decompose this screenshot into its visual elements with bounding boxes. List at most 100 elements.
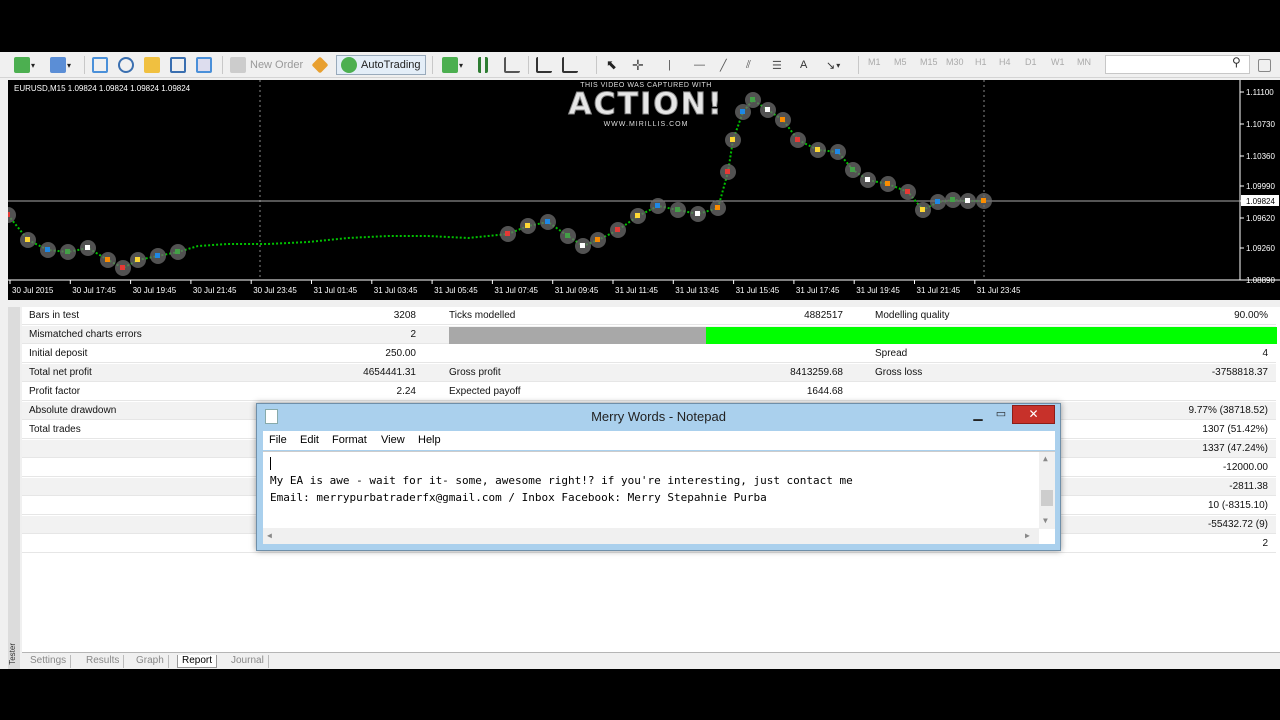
tester-tabs: Settings Results Graph Report Journal [22,652,1280,669]
tester-sidebar[interactable]: Tester [8,307,20,669]
shapes-button[interactable]: ↘ ▾ [826,55,840,75]
notepad-window[interactable]: Merry Words - Notepad ▁ ▭ ✕ File Edit Fo… [256,403,1061,551]
cursor-button[interactable]: ⬉ [606,55,617,75]
vertical-line-button[interactable]: | [668,55,671,75]
timeframe-d1[interactable]: D1 [1025,57,1037,67]
profiles-button[interactable]: ▾ [50,55,71,75]
scroll-down-icon[interactable]: ▼ [1043,516,1048,525]
trade-marker [965,198,970,203]
scroll-right-icon[interactable]: ▶ [1025,531,1030,540]
trade-marker [8,212,10,217]
search-input[interactable] [1105,55,1250,74]
market-watch-icon [92,57,108,73]
report-c-value: -12000.00 [1222,462,1268,473]
timeframe-m1[interactable]: M1 [868,57,881,67]
price-tick-label: 1.09824 [1246,197,1275,206]
trade-marker [935,199,940,204]
maximize-button[interactable]: ▭ [992,407,1010,423]
timeframe-m5[interactable]: M5 [894,57,907,67]
zoom-in-button[interactable] [536,55,552,75]
horizontal-scrollbar[interactable]: ◀ ▶ [263,528,1039,544]
time-tick-label: 30 Jul 23:45 [253,286,297,295]
terminal-button[interactable] [170,55,186,75]
timeframe-h1[interactable]: H1 [975,57,987,67]
crosshair-button[interactable]: ✛ [632,55,644,75]
trade-marker [545,219,550,224]
time-tick-label: 31 Jul 23:45 [977,286,1021,295]
trade-marker [920,207,925,212]
recorder-watermark: THIS VIDEO WAS CAPTURED WITH ACTION! WWW… [556,82,736,128]
trade-marker [105,257,110,262]
report-a-value: 4654441.31 [363,367,416,378]
report-b-label: Ticks modelled [449,310,516,321]
toolbar-separator [222,56,223,74]
trade-marker [655,203,660,208]
price-chart[interactable]: 1.11100 1.10730 1.10360 1.09990 1.09824 1.096… [8,80,1280,300]
new-chart-button[interactable]: ▾ [14,55,35,75]
time-tick-label: 30 Jul 2015 [12,286,54,295]
report-a-label: Profit factor [29,386,81,397]
scroll-up-icon[interactable]: ▲ [1043,454,1048,463]
report-c-value: 10 (-8315.10) [1207,500,1268,511]
strategy-tester-button[interactable] [196,55,212,75]
trade-marker [905,189,910,194]
trade-marker [45,247,50,252]
trade-marker [950,197,955,202]
text-icon: A [800,59,808,71]
trade-marker [730,137,735,142]
report-c-value: 9.77% (38718.52) [1188,405,1268,416]
community-button[interactable] [1258,55,1271,75]
time-tick-label: 31 Jul 09:45 [555,286,599,295]
navigator-button[interactable] [118,55,134,75]
bar-chart-button[interactable] [478,55,488,75]
data-window-button[interactable] [144,55,160,75]
line-chart-icon [504,57,520,73]
trade-marker [135,257,140,262]
timeframe-h4[interactable]: H4 [999,57,1011,67]
timeframe-mn[interactable]: MN [1077,57,1091,67]
tab-results[interactable]: Results [82,655,125,668]
text-button[interactable]: A [800,55,807,75]
mismatch-bar [449,327,706,344]
zoom-out-button[interactable] [562,55,578,75]
market-watch-button[interactable] [92,55,108,75]
close-button[interactable]: ✕ [1012,405,1055,424]
tab-settings[interactable]: Settings [26,655,72,668]
report-b-value: 1644.68 [806,386,843,397]
vertical-scrollbar[interactable]: ▲ ▼ [1039,452,1055,529]
menu-format[interactable]: Format [332,434,367,446]
report-a-label: Total trades [29,424,81,435]
fibonacci-button[interactable]: ☰ [772,55,782,75]
tab-journal[interactable]: Journal [227,655,269,668]
scroll-left-icon[interactable]: ◀ [267,531,272,540]
timeframe-m30[interactable]: M30 [946,57,964,67]
menu-file[interactable]: File [269,434,287,446]
tab-graph[interactable]: Graph [132,655,169,668]
menu-view[interactable]: View [381,434,405,446]
timeframe-w1[interactable]: W1 [1051,57,1065,67]
horizontal-line-button[interactable]: — [694,55,705,75]
trade-marker [865,177,870,182]
community-icon [1258,58,1271,72]
autotrading-button[interactable]: AutoTrading [336,55,426,75]
menu-help[interactable]: Help [418,434,441,446]
trade-marker [85,245,90,250]
report-c-value: -2811.38 [1229,481,1268,492]
menu-edit[interactable]: Edit [300,434,319,446]
trade-marker [615,227,620,232]
indicators-button[interactable]: ▾ [442,55,463,75]
report-c-label: Spread [875,348,908,359]
new-order-button[interactable]: New Order [230,55,303,75]
data-window-icon [144,57,160,73]
new-order-icon [230,57,246,73]
minimize-button[interactable]: ▁ [969,407,987,423]
channel-button[interactable]: ⫽ [746,55,751,75]
tab-report[interactable]: Report [177,655,218,668]
notepad-text-area[interactable]: My EA is awe - wait for it- some, awesom… [263,451,1055,544]
metaeditor-button[interactable] [311,55,329,75]
line-chart-button[interactable] [504,55,520,75]
timeframe-m15[interactable]: M15 [920,57,938,67]
trendline-button[interactable]: ╱ [720,55,727,75]
scroll-thumb[interactable] [1041,490,1053,506]
search-icon[interactable]: ⚲ [1232,55,1241,69]
